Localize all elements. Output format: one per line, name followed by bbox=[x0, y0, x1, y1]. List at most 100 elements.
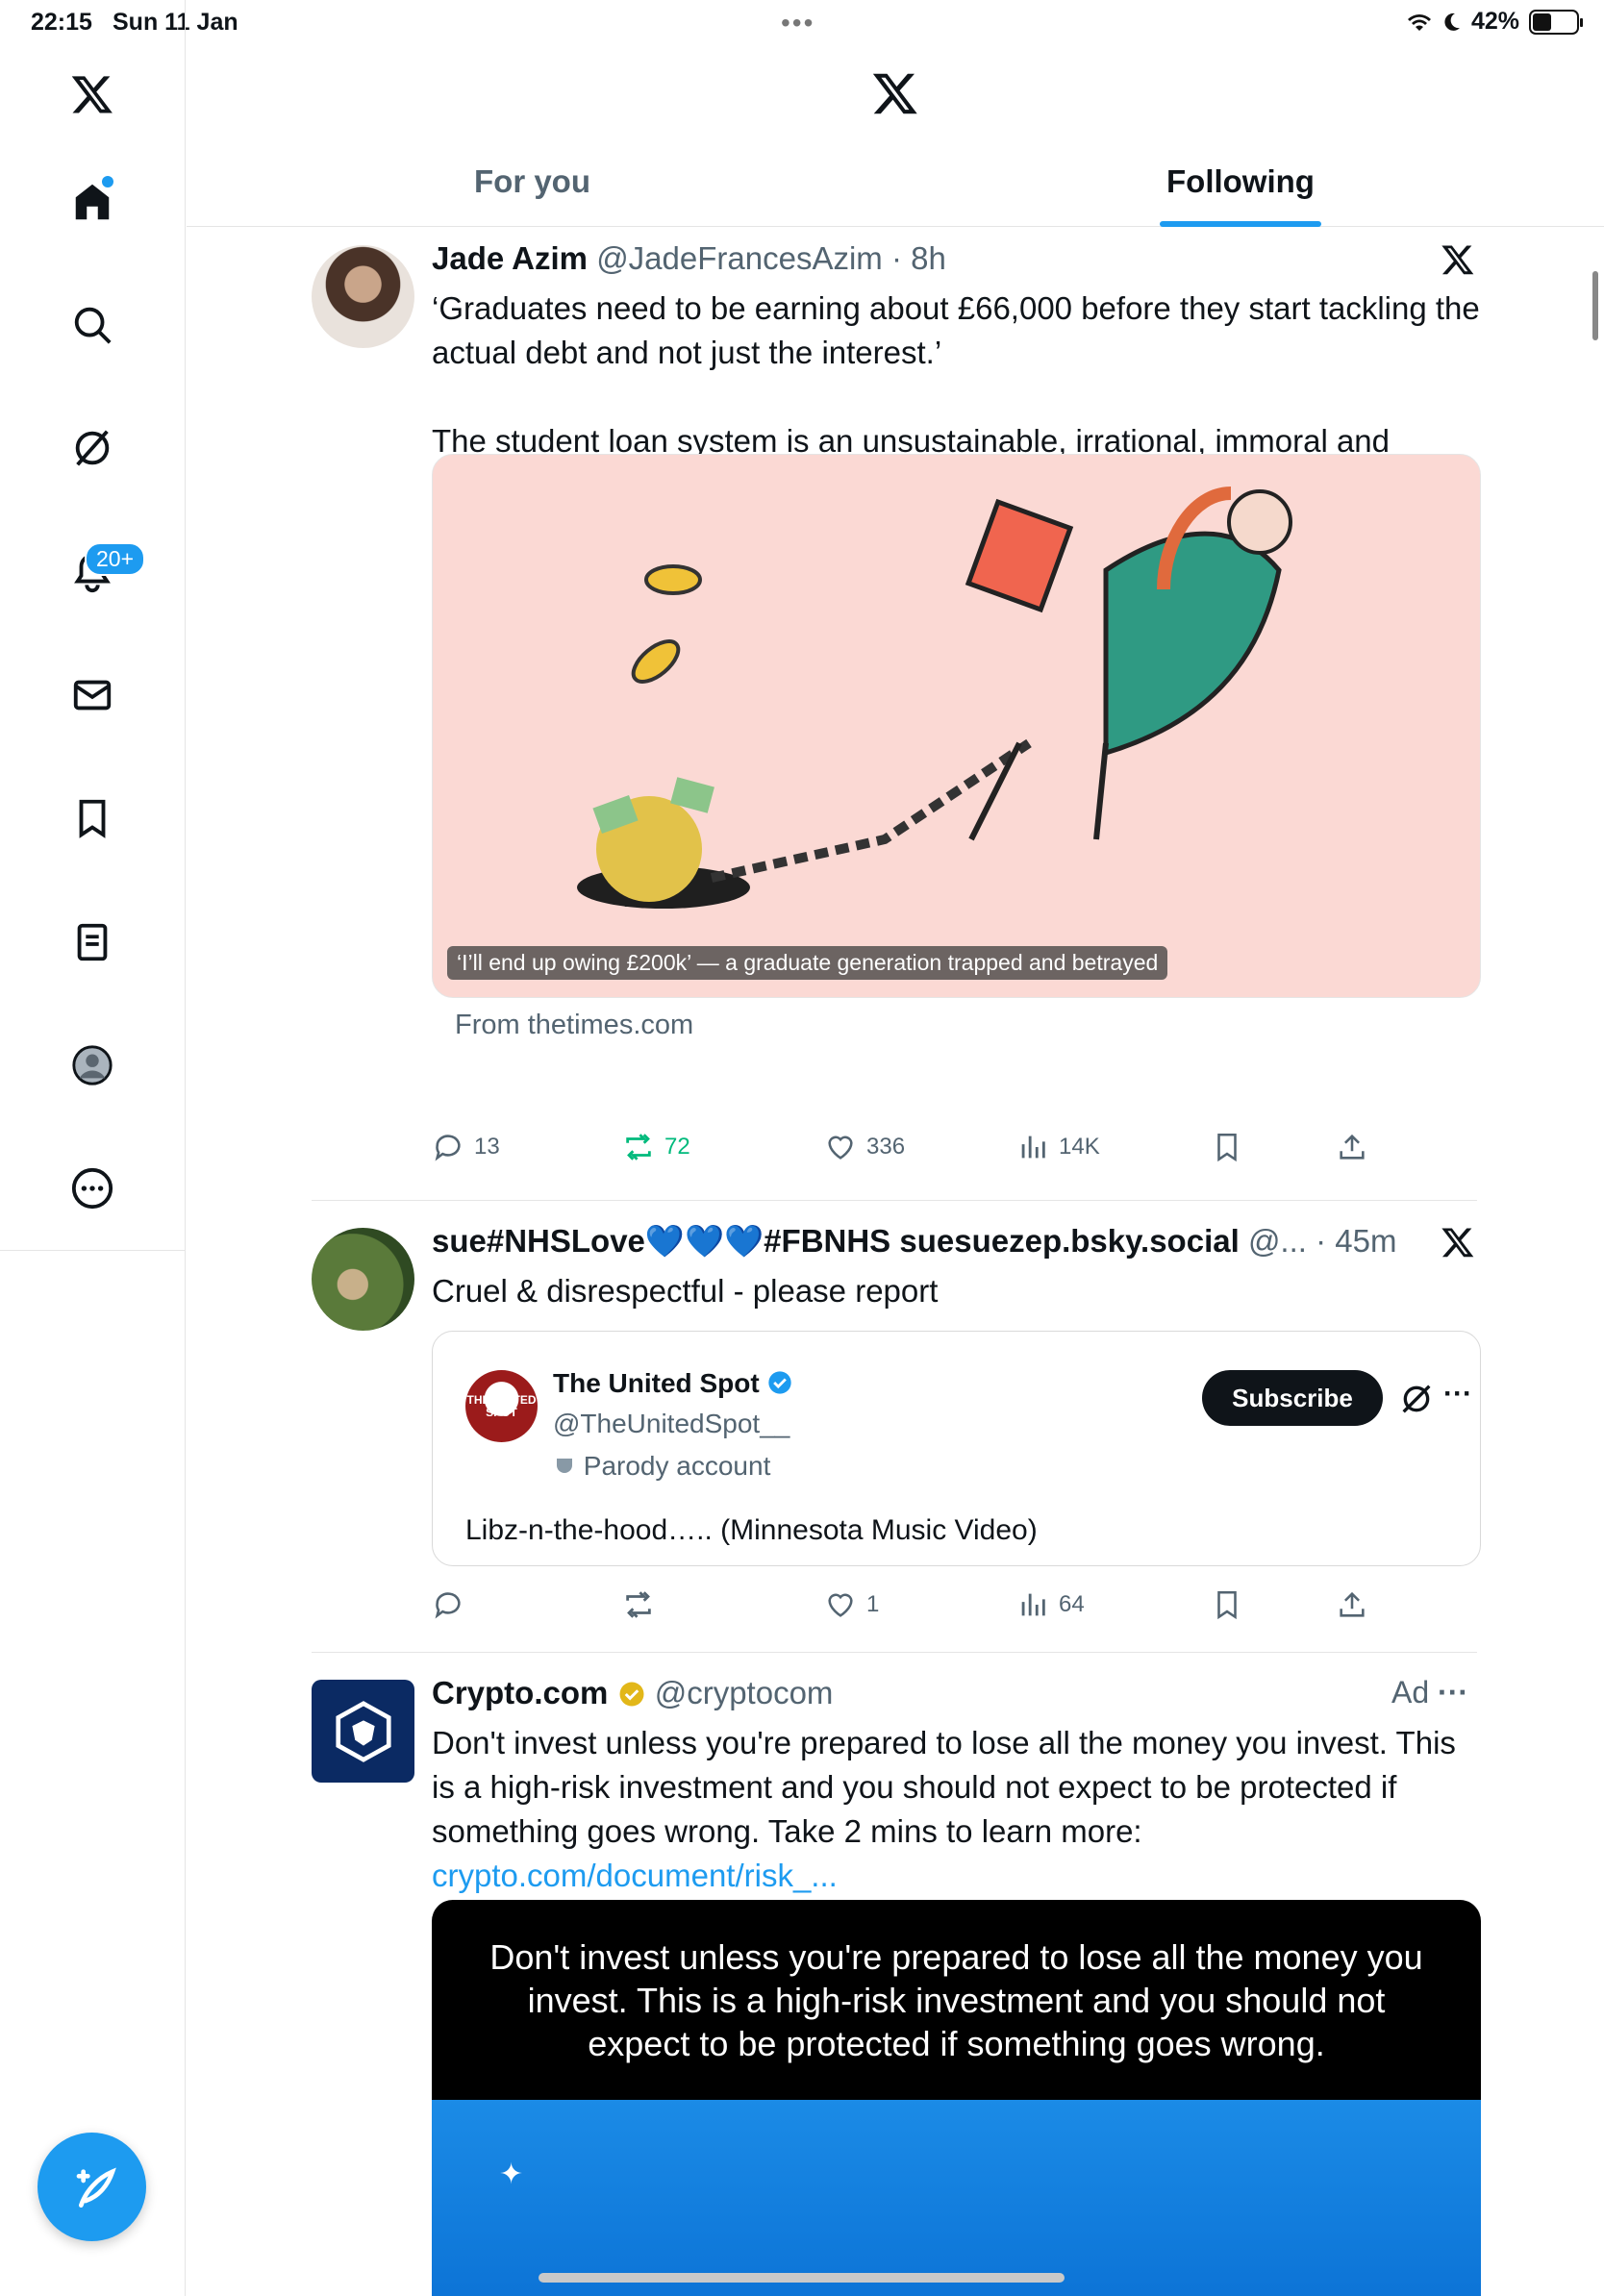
profile-avatar-icon[interactable] bbox=[63, 1036, 121, 1094]
author-handle[interactable]: @... bbox=[1248, 1223, 1307, 1259]
scrollbar[interactable] bbox=[1592, 271, 1598, 340]
share-button[interactable] bbox=[1336, 1131, 1368, 1163]
quoted-author-name[interactable]: The United Spot bbox=[553, 1368, 760, 1398]
notifications-badge: 20+ bbox=[85, 542, 146, 576]
more-menu-icon[interactable]: ··· bbox=[1443, 1378, 1472, 1410]
reply-button[interactable] bbox=[432, 1588, 474, 1621]
view-count: 64 bbox=[1059, 1591, 1085, 1617]
link-source[interactable]: From thetimes.com bbox=[455, 1010, 693, 1041]
parody-label: Parody account bbox=[583, 1451, 771, 1481]
author-handle[interactable]: @cryptocom bbox=[655, 1675, 834, 1710]
cartoon-illustration bbox=[577, 487, 1292, 909]
active-tab-indicator bbox=[1160, 221, 1321, 227]
crypto-logo-icon bbox=[335, 1700, 391, 1762]
more-options-icon[interactable] bbox=[63, 1160, 121, 1217]
wifi-icon bbox=[1407, 13, 1431, 31]
subscribe-button[interactable]: Subscribe bbox=[1202, 1370, 1383, 1426]
gold-verified-badge-icon bbox=[619, 1682, 644, 1707]
more-menu-icon[interactable]: ··· bbox=[1438, 1675, 1468, 1710]
ad-label: Ad bbox=[1391, 1675, 1430, 1710]
multitasking-dots-icon[interactable]: ••• bbox=[781, 8, 815, 38]
share-icon bbox=[1340, 1134, 1365, 1160]
ad-media-text: Don't invest unless you're prepared to l… bbox=[489, 1936, 1423, 2063]
home-indicator[interactable] bbox=[539, 2273, 1065, 2283]
views-button[interactable]: 14K bbox=[1016, 1131, 1100, 1163]
header-x-logo-icon[interactable] bbox=[871, 69, 919, 117]
quoted-text: Libz-n-the-hood….. (Minnesota Music Vide… bbox=[465, 1514, 1038, 1546]
grok-icon[interactable] bbox=[1397, 1380, 1436, 1418]
post-actions: 13 72 336 14K bbox=[432, 1131, 1393, 1169]
compose-feather-icon bbox=[76, 2166, 116, 2208]
bookmark-button[interactable] bbox=[1211, 1131, 1243, 1163]
reply-icon bbox=[435, 1135, 461, 1161]
share-button[interactable] bbox=[1336, 1588, 1368, 1621]
repost-count: 72 bbox=[664, 1134, 690, 1160]
reply-button[interactable]: 13 bbox=[432, 1131, 500, 1163]
post-time[interactable]: 8h bbox=[911, 240, 946, 276]
avatar[interactable] bbox=[312, 245, 414, 348]
author-name[interactable]: Jade Azim bbox=[432, 240, 588, 276]
sparkle-icon: ✦ bbox=[499, 2159, 524, 2190]
status-bar: 22:15 Sun 11 Jan ••• 42% bbox=[0, 0, 1604, 46]
avatar[interactable] bbox=[312, 1228, 414, 1331]
parody-mask-icon bbox=[557, 1459, 572, 1473]
bookmark-icon bbox=[1217, 1133, 1237, 1162]
views-chart-icon bbox=[1021, 1136, 1045, 1159]
author-name[interactable]: sue#NHSLove💙💙💙#FBNHS suesuezep.bsky.soci… bbox=[432, 1223, 1240, 1259]
bookmarks-icon[interactable] bbox=[63, 789, 121, 847]
post-image-cartoon[interactable]: ‘I’ll end up owing £200k’ — a graduate g… bbox=[432, 454, 1481, 998]
bookmark-button[interactable] bbox=[1211, 1588, 1243, 1621]
search-icon[interactable] bbox=[63, 296, 121, 354]
reply-count: 13 bbox=[474, 1134, 500, 1160]
grok-icon[interactable] bbox=[63, 419, 121, 477]
dot-separator: · bbox=[890, 240, 902, 276]
share-icon bbox=[1340, 1591, 1365, 1617]
sidebar-divider bbox=[0, 1250, 186, 1251]
moon-icon bbox=[1444, 12, 1460, 31]
post-time[interactable]: 45m bbox=[1335, 1223, 1396, 1259]
post-divider bbox=[312, 1652, 1477, 1653]
dot-separator: · bbox=[1316, 1223, 1327, 1259]
view-count: 14K bbox=[1059, 1134, 1100, 1160]
grok-x-icon[interactable] bbox=[1441, 242, 1475, 277]
like-count: 336 bbox=[866, 1134, 906, 1160]
post-text: Don't invest unless you're prepared to l… bbox=[432, 1725, 1456, 1849]
battery-icon bbox=[1529, 9, 1583, 35]
x-logo-icon[interactable] bbox=[63, 65, 121, 123]
repost-icon bbox=[626, 1134, 651, 1160]
author-handle[interactable]: @JadeFrancesAzim bbox=[596, 240, 883, 276]
like-button[interactable]: 336 bbox=[824, 1131, 905, 1163]
reply-icon bbox=[435, 1592, 461, 1619]
repost-icon bbox=[626, 1591, 651, 1618]
post-actions: 1 64 bbox=[432, 1588, 1393, 1627]
tab-following[interactable]: Following bbox=[1166, 163, 1315, 200]
post-text: Cruel & disrespectful - please report bbox=[432, 1273, 939, 1309]
quoted-author-handle[interactable]: @TheUnitedSpot__ bbox=[553, 1409, 789, 1439]
post-divider bbox=[312, 1200, 1477, 1201]
repost-button[interactable]: 72 bbox=[622, 1131, 690, 1163]
quoted-post[interactable]: THE UNITED SPOT The United Spot @TheUnit… bbox=[432, 1331, 1481, 1566]
home-notification-dot bbox=[102, 176, 113, 187]
verified-badge-icon bbox=[768, 1371, 792, 1394]
repost-button[interactable] bbox=[622, 1588, 664, 1621]
avatar[interactable] bbox=[312, 1680, 414, 1783]
like-button[interactable]: 1 bbox=[824, 1588, 879, 1621]
image-caption: ‘I’ll end up owing £200k’ — a graduate g… bbox=[447, 946, 1168, 980]
like-count: 1 bbox=[866, 1591, 880, 1617]
views-chart-icon bbox=[1021, 1593, 1045, 1616]
feed-tabs: For you Following bbox=[187, 144, 1604, 227]
author-name[interactable]: Crypto.com bbox=[432, 1675, 608, 1710]
lists-icon[interactable] bbox=[63, 913, 121, 971]
compose-post-button[interactable] bbox=[38, 2133, 146, 2241]
heart-icon bbox=[828, 1593, 853, 1617]
risk-link[interactable]: crypto.com/document/risk_... bbox=[432, 1858, 838, 1893]
messages-envelope-icon[interactable] bbox=[63, 666, 121, 724]
bookmark-icon bbox=[1217, 1590, 1237, 1620]
sidebar: 20+ bbox=[0, 0, 186, 2296]
views-button[interactable]: 64 bbox=[1016, 1588, 1085, 1621]
quoted-avatar[interactable]: THE UNITED SPOT bbox=[465, 1370, 538, 1442]
ad-video-media[interactable]: Don't invest unless you're prepared to l… bbox=[432, 1900, 1481, 2296]
battery-percent: 42% bbox=[1470, 8, 1519, 35]
grok-x-icon[interactable] bbox=[1441, 1225, 1475, 1260]
tab-for-you[interactable]: For you bbox=[474, 163, 590, 200]
